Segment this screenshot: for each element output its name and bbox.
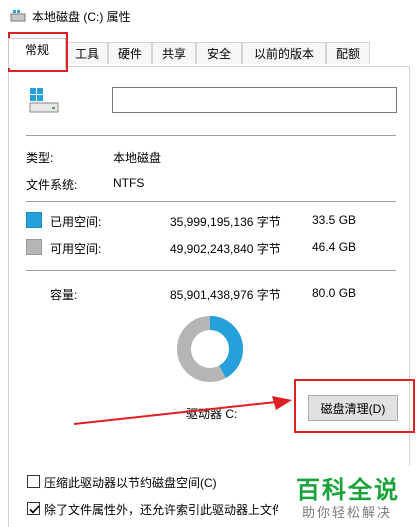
tab-quota[interactable]: 配额 — [326, 42, 370, 64]
separator — [26, 135, 396, 136]
free-space-swatch — [26, 239, 42, 255]
title-bar: 本地磁盘 (C:) 属性 — [0, 0, 417, 32]
free-space-gb: 46.4 GB — [312, 240, 357, 254]
type-label: 类型: — [26, 151, 54, 165]
used-space-bytes: 35,999,195,136 字节 — [170, 215, 281, 229]
window-title: 本地磁盘 (C:) 属性 — [32, 10, 131, 24]
watermark-logo: 百科全说 — [296, 477, 400, 504]
tab-tools[interactable]: 工具 — [66, 42, 108, 64]
tab-hardware[interactable]: 硬件 — [108, 42, 152, 64]
free-space-label: 可用空间: — [50, 242, 102, 256]
drive-icon — [29, 88, 59, 113]
capacity-gb: 80.0 GB — [312, 286, 357, 300]
tab-strip: 常规 工具 硬件 共享 安全 以前的版本 配额 — [0, 38, 417, 68]
capacity-bytes: 85,901,438,976 字节 — [170, 288, 281, 302]
watermark-subtitle: 助你轻松解决 — [302, 505, 393, 520]
watermark: 百科全说 助你轻松解决 — [278, 466, 417, 527]
filesystem-label: 文件系统: — [26, 178, 78, 192]
separator — [26, 201, 396, 202]
checkmark-icon — [29, 505, 40, 514]
tab-previous-versions[interactable]: 以前的版本 — [242, 42, 326, 64]
index-label: 除了文件属性外，还允许索引此驱动器上文件的 — [44, 503, 297, 517]
index-checkbox[interactable] — [27, 502, 40, 515]
filesystem-value: NTFS — [113, 176, 145, 190]
used-space-swatch — [26, 212, 42, 228]
separator — [26, 270, 396, 271]
compress-label: 压缩此驱动器以节约磁盘空间(C) — [44, 476, 217, 490]
tab-sharing[interactable]: 共享 — [152, 42, 196, 64]
tab-general[interactable]: 常规 — [8, 38, 66, 68]
free-space-bytes: 49,902,243,840 字节 — [170, 242, 281, 256]
compress-checkbox[interactable] — [27, 475, 40, 488]
windows-logo-icon — [30, 88, 43, 101]
disk-cleanup-button[interactable]: 磁盘清理(D) — [308, 395, 398, 421]
usage-donut-chart — [177, 316, 243, 382]
type-value: 本地磁盘 — [113, 151, 162, 165]
drive-title-icon — [10, 10, 26, 22]
capacity-label: 容量: — [50, 288, 78, 302]
tab-security[interactable]: 安全 — [196, 42, 242, 64]
used-space-gb: 33.5 GB — [312, 213, 357, 227]
used-space-label: 已用空间: — [50, 215, 102, 229]
drive-label: 驱动器 C: — [186, 407, 238, 421]
drive-name-input[interactable] — [112, 87, 397, 113]
